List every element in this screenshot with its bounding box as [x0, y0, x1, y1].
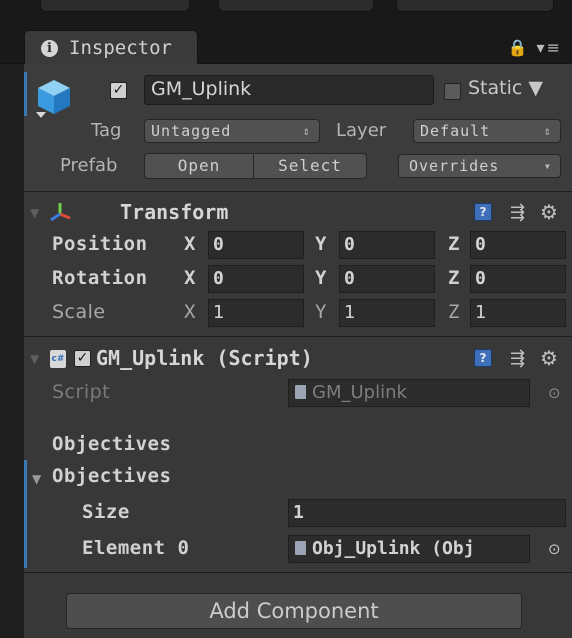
layer-dropdown[interactable]: Default ⇕	[413, 119, 561, 143]
axis-x-label[interactable]: X	[184, 267, 195, 289]
static-dropdown[interactable]: Static ▼	[468, 77, 543, 99]
prefab-label: Prefab	[60, 155, 118, 176]
presets-icon[interactable]: ⇶	[510, 202, 525, 223]
inspector-panel: ✓ GM_Uplink Static ▼ Tag Untagged ⇕ Layer…	[24, 64, 572, 638]
gameobject-header: ✓ GM_Uplink Static ▼ Tag Untagged ⇕ Layer…	[24, 64, 572, 192]
gear-icon[interactable]: ⚙	[540, 346, 558, 370]
tab-inspector[interactable]: i Inspector	[24, 30, 198, 65]
rotation-label: Rotation	[52, 267, 148, 289]
gear-icon[interactable]: ⚙	[540, 200, 558, 224]
top-toolbar-strip	[0, 0, 572, 16]
objective-file-icon	[295, 541, 306, 555]
info-icon: i	[41, 40, 58, 57]
objectives-header-row: Objectives	[24, 428, 572, 462]
tag-dropdown[interactable]: Untagged ⇕	[144, 119, 320, 143]
component-header-icons: ? ⇶ ⚙	[474, 346, 566, 370]
toolbar-button[interactable]	[40, 0, 190, 12]
scale-z-field[interactable]: 1	[470, 299, 566, 327]
scale-y-field[interactable]: 1	[339, 299, 435, 327]
transform-axes-icon	[50, 203, 71, 222]
scale-label: Scale	[52, 301, 106, 323]
axis-z-label[interactable]: Z	[448, 233, 459, 255]
foldout-arrow-icon[interactable]: ▼	[30, 206, 39, 220]
element0-value: Obj_Uplink (Obj	[312, 538, 475, 559]
rotation-y-field[interactable]: 0	[339, 265, 435, 293]
selection-highlight	[24, 72, 27, 116]
overrides-label: Overrides	[409, 157, 500, 175]
transform-title: Transform	[120, 200, 229, 224]
tab-label: Inspector	[69, 37, 172, 59]
position-x-field[interactable]: 0	[208, 231, 304, 259]
tab-bar: i Inspector 🔒 ▾≡	[0, 16, 572, 65]
active-checkbox[interactable]: ✓	[110, 82, 127, 99]
axis-y-label[interactable]: Y	[315, 267, 326, 289]
script-object-field: GM_Uplink	[288, 379, 530, 407]
help-book-icon[interactable]: ?	[474, 349, 492, 367]
element0-label: Element 0	[82, 537, 190, 559]
static-checkbox[interactable]	[444, 83, 461, 100]
axis-z-label[interactable]: Z	[448, 301, 459, 323]
script-file-icon	[295, 385, 306, 399]
toolbar-button[interactable]	[396, 0, 554, 12]
dropdown-arrow-icon: ▾	[543, 159, 552, 173]
dropdown-arrow-icon: ⇕	[543, 124, 552, 138]
tag-value: Untagged	[151, 122, 232, 140]
script-row: Script GM_Uplink ⊙	[24, 376, 572, 410]
position-row: Position X 0 Y 0 Z 0	[24, 228, 572, 262]
axis-y-label[interactable]: Y	[315, 301, 326, 323]
object-picker-icon[interactable]: ⊙	[548, 540, 561, 558]
csharp-script-icon: c#	[50, 350, 66, 368]
rotation-z-field[interactable]: 0	[470, 265, 566, 293]
objectives-header: Objectives	[52, 433, 172, 455]
axis-y-label[interactable]: Y	[315, 233, 326, 255]
size-label: Size	[82, 501, 130, 523]
script-component-header[interactable]: ▼ c# ✓ GM_Uplink (Script) ? ⇶ ⚙	[24, 340, 572, 378]
toolbar-button[interactable]	[218, 0, 374, 12]
prefab-open-button[interactable]: Open	[144, 153, 254, 179]
foldout-arrow-icon[interactable]: ▼	[32, 472, 41, 486]
gameobject-name-field[interactable]: GM_Uplink	[144, 75, 434, 105]
component-divider	[24, 336, 572, 337]
rotation-x-field[interactable]: 0	[208, 265, 304, 293]
layer-value: Default	[420, 122, 491, 140]
lock-menu-icon[interactable]: 🔒 ▾≡	[508, 38, 562, 57]
script-label: Script	[52, 381, 111, 403]
scale-row: Scale X 1 Y 1 Z 1	[24, 296, 572, 330]
element0-object-field[interactable]: Obj_Uplink (Obj	[288, 535, 530, 563]
objectives-foldout-row[interactable]: ▼ Objectives	[24, 460, 572, 494]
position-z-field[interactable]: 0	[470, 231, 566, 259]
position-y-field[interactable]: 0	[339, 231, 435, 259]
object-picker-icon[interactable]: ⊙	[548, 384, 561, 402]
tag-label: Tag	[91, 120, 122, 141]
component-enabled-checkbox[interactable]: ✓	[74, 350, 91, 367]
rotation-row: Rotation X 0 Y 0 Z 0	[24, 262, 572, 296]
dropdown-arrow-icon: ⇕	[302, 124, 311, 138]
component-header-icons: ? ⇶ ⚙	[474, 200, 566, 224]
axis-x-label[interactable]: X	[184, 301, 195, 323]
prefab-select-button[interactable]: Select	[253, 153, 367, 179]
axis-x-label[interactable]: X	[184, 233, 195, 255]
size-field[interactable]: 1	[288, 499, 566, 527]
component-divider	[24, 572, 572, 573]
objectives-foldout-label: Objectives	[52, 465, 172, 487]
help-book-icon[interactable]: ?	[474, 203, 492, 221]
foldout-arrow-icon[interactable]: ▼	[30, 352, 39, 366]
size-row: Size 1	[24, 496, 572, 530]
axis-z-label[interactable]: Z	[448, 267, 459, 289]
layer-label: Layer	[336, 120, 387, 141]
position-label: Position	[52, 233, 148, 255]
scale-x-field[interactable]: 1	[208, 299, 304, 327]
static-label: Static	[468, 77, 523, 99]
script-value: GM_Uplink	[312, 382, 407, 403]
add-component-button[interactable]: Add Component	[66, 593, 522, 629]
prefab-overrides-dropdown[interactable]: Overrides ▾	[398, 154, 561, 178]
element0-row: Element 0 Obj_Uplink (Obj ⊙	[24, 532, 572, 566]
gameobject-cube-icon	[36, 80, 70, 118]
presets-icon[interactable]: ⇶	[510, 348, 525, 369]
script-component-title: GM_Uplink (Script)	[96, 346, 313, 370]
transform-header[interactable]: ▼ Transform ? ⇶ ⚙	[24, 194, 572, 232]
